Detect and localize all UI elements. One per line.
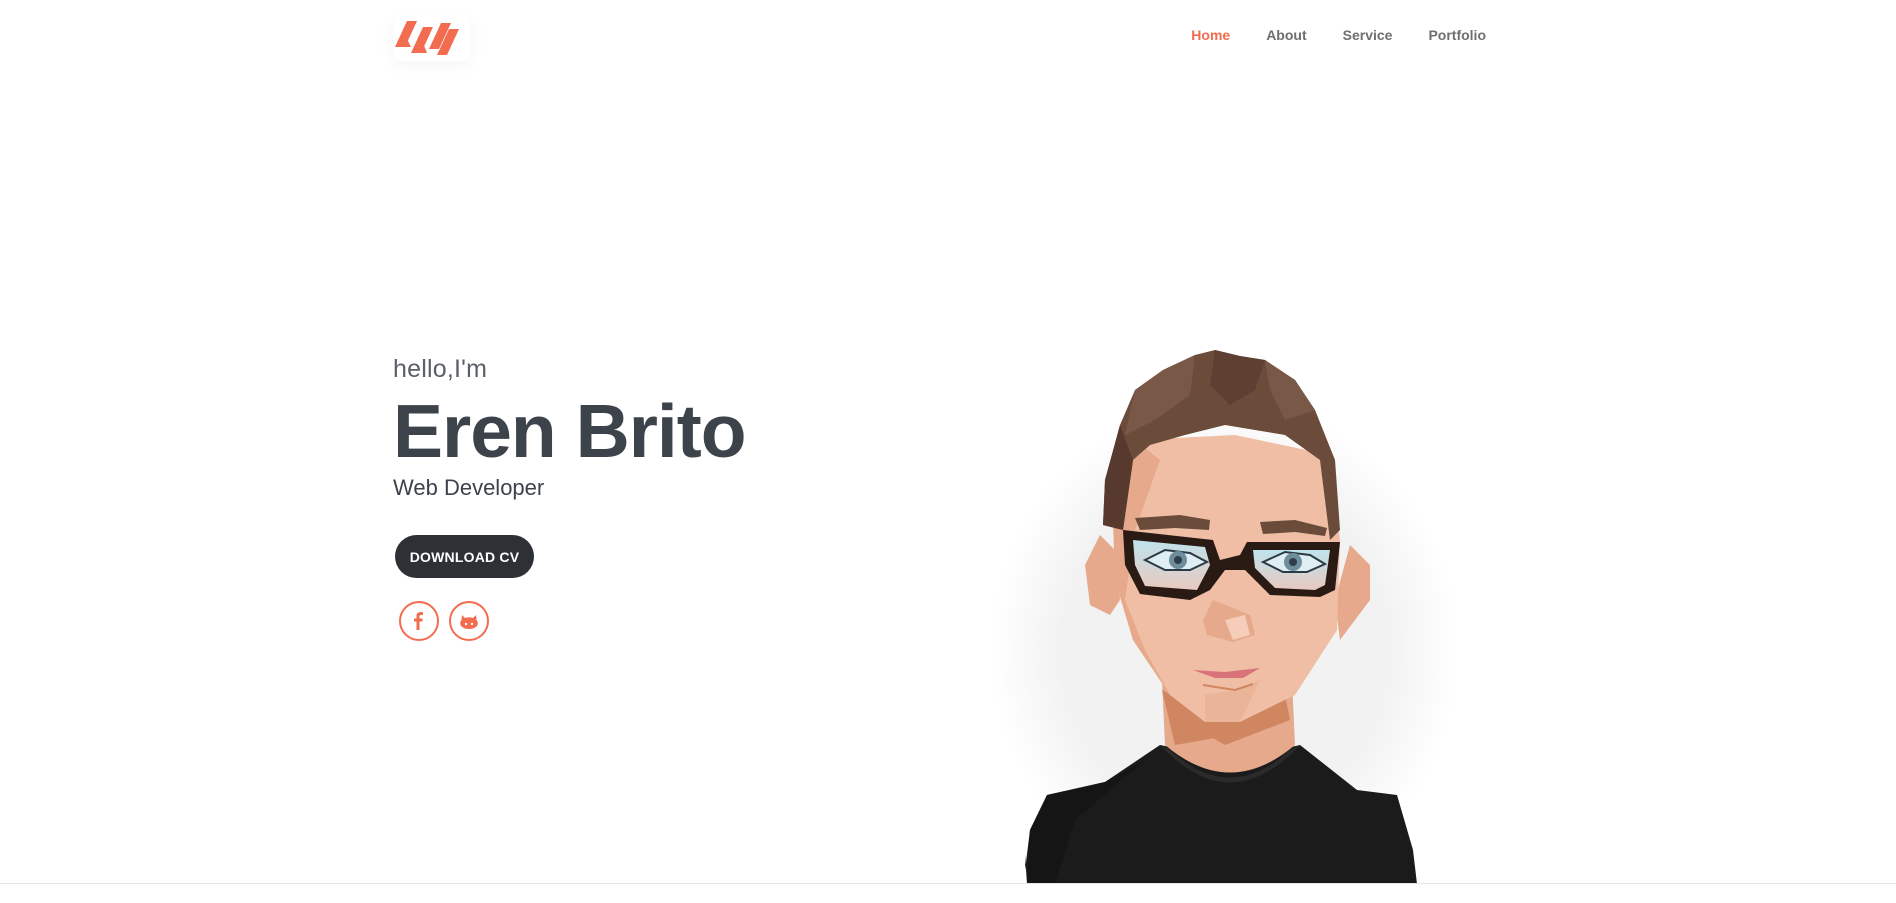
download-cv-button[interactable]: DOWNLOAD CV bbox=[395, 535, 534, 578]
avatar-illustration bbox=[985, 350, 1465, 900]
avatar-portrait bbox=[990, 350, 1460, 900]
facebook-icon bbox=[414, 612, 423, 630]
github-button[interactable] bbox=[449, 601, 489, 641]
social-links bbox=[399, 601, 489, 641]
github-icon bbox=[460, 615, 478, 629]
logo-icon bbox=[395, 21, 459, 55]
facebook-button[interactable] bbox=[399, 601, 439, 641]
nav-service[interactable]: Service bbox=[1343, 27, 1393, 43]
main-nav: Home About Service Portfolio bbox=[1155, 27, 1486, 43]
nav-portfolio[interactable]: Portfolio bbox=[1428, 27, 1486, 43]
hero-section: hello,I'm Eren Brito Web Developer DOWNL… bbox=[393, 355, 953, 641]
hero-name: Eren Brito bbox=[393, 389, 747, 473]
nav-about[interactable]: About bbox=[1266, 27, 1306, 43]
nav-home[interactable]: Home bbox=[1191, 27, 1230, 43]
hero-greeting: hello,I'm bbox=[393, 355, 488, 383]
bottom-divider bbox=[0, 883, 1896, 884]
navbar: Home About Service Portfolio bbox=[0, 0, 1896, 75]
logo[interactable] bbox=[393, 15, 471, 61]
hero-role: Web Developer bbox=[393, 475, 545, 500]
